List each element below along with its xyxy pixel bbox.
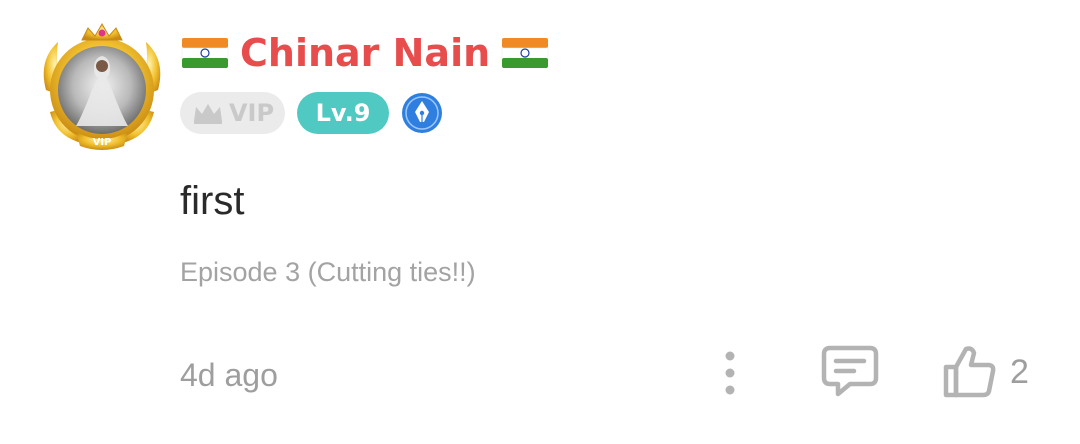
comment-bubble-icon	[821, 345, 879, 397]
like-button[interactable]: 2	[940, 340, 1029, 404]
level-badge: Lv.9	[297, 92, 389, 134]
badges-row: VIP Lv.9	[180, 92, 443, 134]
pen-nib-badge-icon	[402, 93, 442, 133]
like-count: 2	[1010, 352, 1029, 391]
more-vertical-icon	[725, 351, 735, 395]
avatar-frame-icon: VIP	[43, 23, 161, 150]
username[interactable]: Chinar Nain	[240, 28, 490, 78]
svg-text:VIP: VIP	[93, 137, 112, 148]
india-flag-icon	[501, 38, 549, 68]
avatar[interactable]: VIP	[36, 20, 168, 152]
india-flag-icon	[181, 38, 229, 68]
more-options-button[interactable]	[712, 348, 748, 398]
episode-link[interactable]: Episode 3 (Cutting ties!!)	[180, 254, 476, 290]
vip-badge: VIP	[180, 92, 285, 134]
vip-label: VIP	[228, 99, 275, 127]
reply-button[interactable]	[820, 344, 880, 400]
thumbs-up-icon	[943, 346, 996, 398]
timestamp: 4d ago	[180, 357, 278, 393]
comment-text: first	[180, 179, 245, 223]
username-row: Chinar Nain	[180, 28, 550, 78]
crown-icon	[193, 104, 222, 124]
